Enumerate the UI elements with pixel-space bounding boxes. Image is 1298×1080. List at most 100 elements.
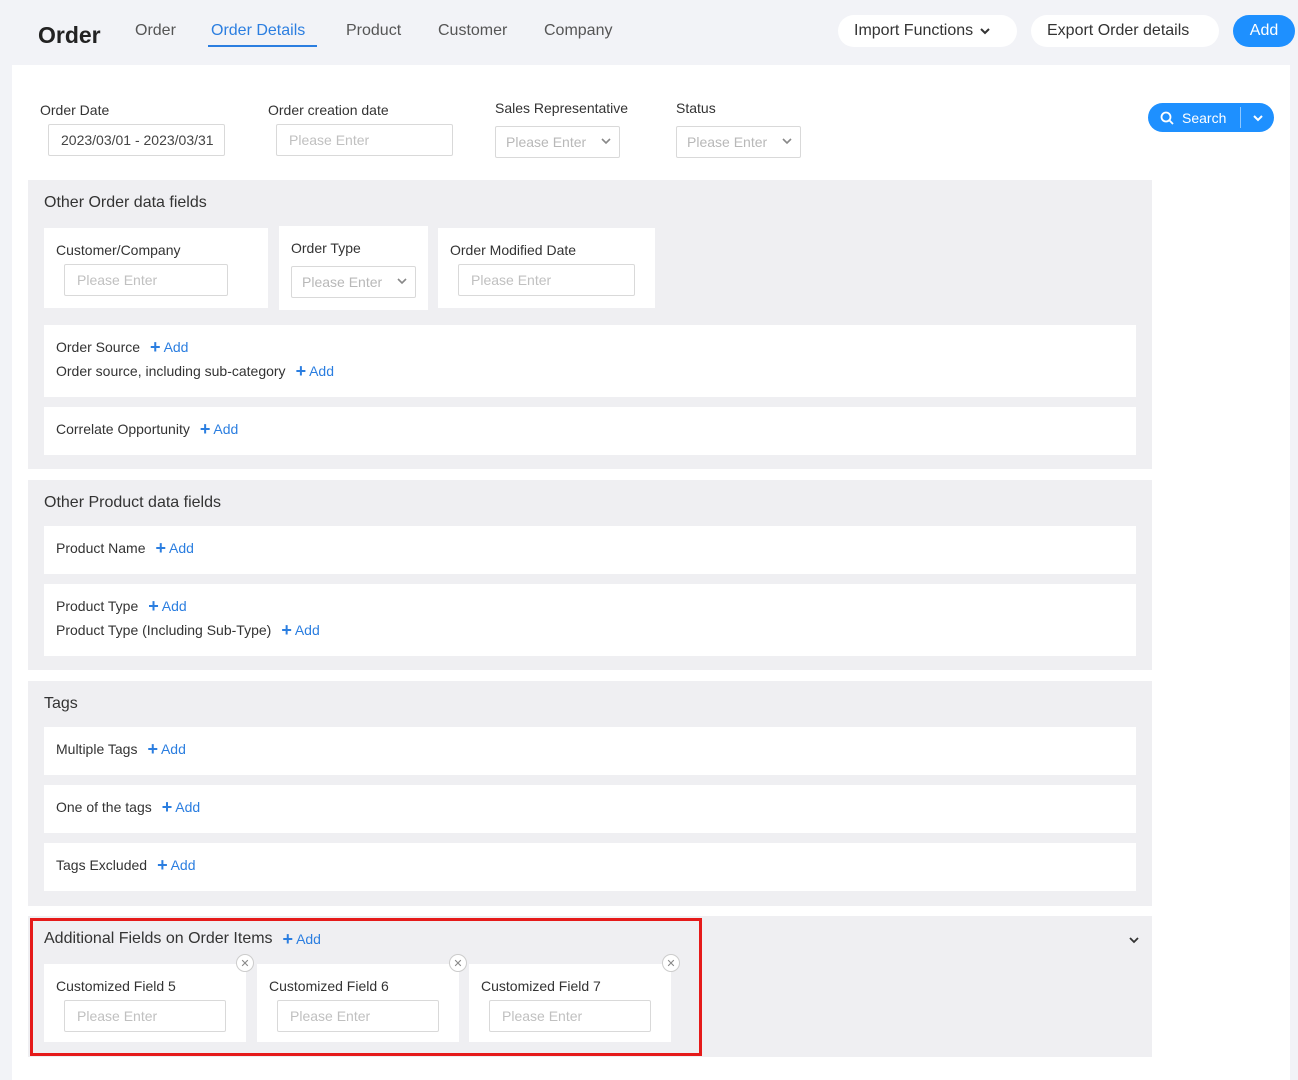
product-type-row: Product Type + Add (56, 596, 187, 616)
chevron-down-icon (782, 138, 792, 145)
plus-icon: + (147, 739, 158, 759)
product-type-sub-row: Product Type (Including Sub-Type) + Add (56, 621, 320, 639)
chevron-down-icon (601, 138, 611, 145)
sales-representative-select[interactable]: Please Enter (495, 126, 620, 158)
add-label: Add (169, 540, 194, 556)
multiple-tags-label: Multiple Tags (56, 741, 138, 757)
close-icon[interactable]: ✕ (449, 954, 467, 972)
plus-icon: + (161, 797, 173, 817)
tab-customer[interactable]: Customer (438, 22, 507, 40)
one-of-tags-card: One of the tags + Add (44, 785, 1136, 833)
order-source-sub-add-link[interactable]: + Add (295, 361, 334, 381)
order-modified-date-label: Order Modified Date (450, 242, 577, 258)
status-placeholder: Please Enter (687, 134, 768, 150)
import-functions-label: Import Functions (854, 22, 974, 39)
plus-icon: + (199, 419, 211, 439)
customized-field-card: Customized Field 6 Please Enter (257, 964, 459, 1042)
chevron-down-icon (980, 28, 990, 35)
tags-excluded-label: Tags Excluded (56, 857, 148, 873)
add-label: Add (294, 622, 320, 638)
order-creation-date-input[interactable]: Please Enter (276, 124, 453, 156)
additional-fields-add-link[interactable]: + Add (282, 929, 321, 949)
order-fields-section: Other Order data fields Customer/Company… (28, 180, 1152, 469)
correlate-opportunity-add-link[interactable]: + Add (199, 419, 239, 439)
chevron-down-icon (1252, 114, 1263, 121)
order-type-placeholder: Please Enter (302, 274, 383, 290)
sales-representative-label: Sales Representative (495, 100, 629, 116)
product-fields-section: Other Product data fields Product Name +… (28, 480, 1152, 670)
additional-fields-header: Additional Fields on Order Items + Add (44, 930, 321, 948)
export-order-details-button[interactable]: Export Order details (1031, 15, 1219, 47)
additional-fields-section: Additional Fields on Order Items + Add Cu… (28, 916, 1152, 1057)
section-title: Other Product data fields (44, 494, 221, 511)
product-type-add-link[interactable]: + Add (148, 596, 187, 616)
tags-excluded-add-link[interactable]: + Add (157, 856, 196, 874)
add-label: Add (213, 421, 239, 437)
order-date-label: Order Date (40, 102, 110, 118)
tab-order[interactable]: Order (135, 22, 176, 40)
order-source-row: Order Source + Add (56, 338, 188, 356)
section-title: Tags (44, 695, 78, 712)
add-label: Add (175, 799, 201, 815)
product-name-add-link[interactable]: + Add (155, 538, 194, 558)
add-button[interactable]: Add (1233, 15, 1295, 47)
export-label: Export Order details (1047, 22, 1190, 39)
section-title: Other Order data fields (44, 194, 207, 211)
multiple-tags-row: Multiple Tags + Add (56, 739, 186, 759)
tab-order-details[interactable]: Order Details (211, 22, 305, 40)
section-title: Additional Fields on Order Items (44, 930, 273, 947)
order-modified-date-input[interactable]: Please Enter (458, 264, 635, 296)
close-icon[interactable]: ✕ (662, 954, 680, 972)
customer-company-input[interactable]: Please Enter (64, 264, 228, 296)
customized-field-input[interactable]: Please Enter (489, 1000, 651, 1032)
customer-company-card: Customer/Company Please Enter (44, 228, 268, 308)
chevron-down-icon[interactable] (1128, 934, 1140, 946)
customized-field-input[interactable]: Please Enter (64, 1000, 226, 1032)
product-name-card: Product Name + Add (44, 526, 1136, 574)
multiple-tags-add-link[interactable]: + Add (147, 739, 185, 759)
customized-field-card: Customized Field 5 Please Enter (44, 964, 246, 1042)
add-label: Add (309, 363, 334, 379)
tab-company[interactable]: Company (544, 22, 612, 40)
sales-representative-placeholder: Please Enter (506, 134, 587, 150)
plus-icon: + (155, 538, 166, 558)
product-type-sub-label: Product Type (Including Sub-Type) (56, 622, 272, 638)
plus-icon: + (282, 929, 294, 949)
page-title: Order (38, 22, 101, 48)
order-source-add-link[interactable]: + Add (150, 338, 188, 356)
product-type-label: Product Type (56, 598, 139, 614)
search-label: Search (1182, 109, 1227, 126)
search-icon (1160, 111, 1174, 125)
status-select[interactable]: Please Enter (676, 126, 801, 158)
product-name-row: Product Name + Add (56, 538, 194, 558)
plus-icon: + (148, 596, 159, 616)
product-type-sub-add-link[interactable]: + Add (281, 621, 320, 639)
plus-icon: + (295, 361, 307, 381)
one-of-tags-label: One of the tags (56, 799, 152, 815)
add-label: Add (161, 598, 187, 614)
search-button[interactable]: Search (1148, 103, 1240, 132)
import-functions-button[interactable]: Import Functions (838, 15, 1017, 47)
customized-field-input[interactable]: Please Enter (277, 1000, 439, 1032)
filter-panel: Order Date 2023/03/01 - 2023/03/31 Order… (12, 65, 1290, 1080)
order-date-range-input[interactable]: 2023/03/01 - 2023/03/31 (48, 124, 225, 156)
product-name-label: Product Name (56, 540, 146, 556)
product-type-card: Product Type + Add Product Type (Includin… (44, 584, 1136, 656)
customized-field-card: Customized Field 7 Please Enter (469, 964, 671, 1042)
close-icon[interactable]: ✕ (236, 954, 254, 972)
top-bar: Order Order Order Details Product Custom… (0, 0, 1298, 64)
correlate-opportunity-label: Correlate Opportunity (56, 421, 190, 437)
multiple-tags-card: Multiple Tags + Add (44, 727, 1136, 775)
search-options-dropdown[interactable] (1241, 103, 1274, 132)
add-label: Add (170, 857, 196, 873)
order-type-select[interactable]: Please Enter (291, 266, 416, 298)
one-of-tags-add-link[interactable]: + Add (161, 797, 201, 817)
active-tab-indicator (208, 45, 317, 47)
order-creation-date-label: Order creation date (268, 102, 389, 118)
tab-product[interactable]: Product (346, 22, 401, 40)
chevron-down-icon (397, 278, 407, 285)
order-source-sub-label: Order source, including sub-category (56, 363, 286, 379)
order-type-label: Order Type (291, 240, 361, 256)
search-split-button: Search (1148, 103, 1274, 132)
add-label: Add (296, 931, 321, 947)
